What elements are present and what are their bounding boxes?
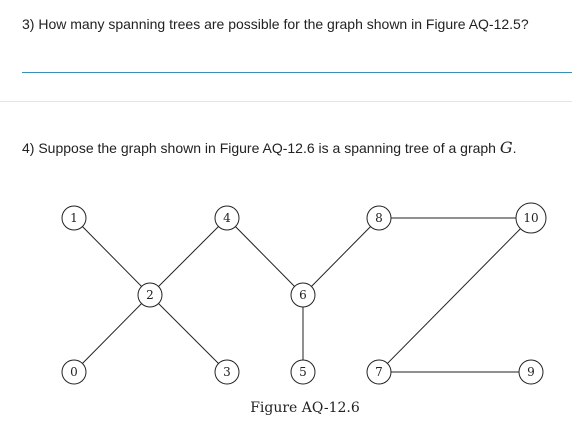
figure-caption: Figure AQ-12.6 <box>250 400 360 416</box>
node-label: 7 <box>375 365 383 379</box>
spanning-tree-figure: 0 1 2 3 4 5 6 7 8 9 10 Figure AQ-12.6 <box>61 202 547 416</box>
node-10: 10 <box>515 202 547 234</box>
graph-nodes: 0 1 2 3 4 5 6 7 8 9 10 <box>61 202 547 385</box>
edge-2-3 <box>149 294 228 373</box>
node-8: 8 <box>366 205 392 231</box>
node-label: 1 <box>70 211 78 225</box>
edge-1-2 <box>73 217 151 296</box>
question-3-card: 3) How many spanning trees are possible … <box>0 0 572 100</box>
node-label: 10 <box>523 211 538 225</box>
node-5: 5 <box>290 359 316 385</box>
edge-4-6 <box>226 217 304 296</box>
question-4-text: 4) Suppose the graph shown in Figure AQ-… <box>22 137 517 159</box>
question-3-text: 3) How many spanning trees are possible … <box>22 16 529 32</box>
question-4-text-end: . <box>512 140 517 156</box>
question-3-answer-input[interactable] <box>22 50 572 73</box>
edge-2-4 <box>149 217 228 296</box>
node-label: 3 <box>223 365 231 379</box>
node-0: 0 <box>61 359 87 385</box>
edge-6-8 <box>302 217 380 296</box>
node-4: 4 <box>214 205 240 231</box>
node-6: 6 <box>290 282 316 308</box>
node-9: 9 <box>518 359 544 385</box>
node-label: 9 <box>527 365 535 379</box>
card-divider <box>0 101 572 102</box>
edge-10-7 <box>378 217 532 373</box>
node-2: 2 <box>137 282 163 308</box>
node-3: 3 <box>214 359 240 385</box>
edge-0-2 <box>73 294 151 373</box>
node-label: 5 <box>299 365 307 379</box>
node-1: 1 <box>61 205 87 231</box>
node-label: 6 <box>299 288 307 302</box>
question-4-text-main: 4) Suppose the graph shown in Figure AQ-… <box>22 140 500 156</box>
node-7: 7 <box>366 359 392 385</box>
node-label: 8 <box>375 211 383 225</box>
node-label: 4 <box>223 211 231 225</box>
node-label: 0 <box>70 365 78 379</box>
graph-variable: G <box>499 138 513 157</box>
node-label: 2 <box>146 288 154 302</box>
